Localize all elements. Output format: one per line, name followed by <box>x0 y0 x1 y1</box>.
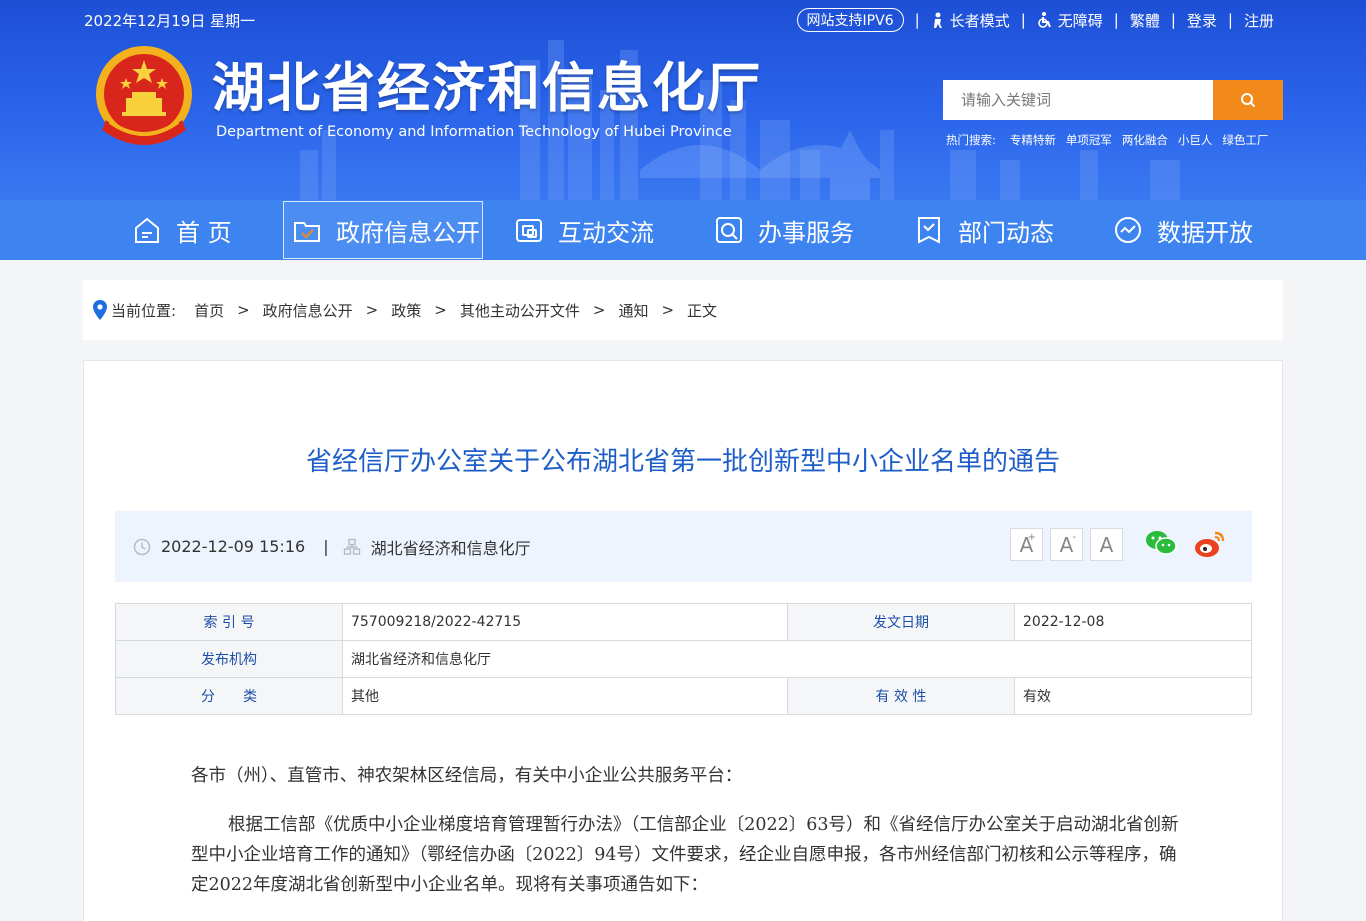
separator: | <box>1170 11 1176 29</box>
hot-keyword[interactable]: 单项冠军 <box>1066 132 1112 148</box>
service-search-icon <box>716 217 742 243</box>
separator: | <box>323 537 329 556</box>
validity-value: 有效 <box>1014 677 1252 715</box>
nav-item-label: 政府信息公开 <box>336 218 480 247</box>
table-row: 分 类 其他 有 效 性 有效 <box>115 677 1252 715</box>
nav-item-services[interactable]: 办事服务 <box>714 200 854 260</box>
site-header: 2022年12月19日 星期一 网站支持IPV6 | 长者模式 | 无障碍 | … <box>0 0 1366 200</box>
font-smaller-button[interactable]: A- <box>1050 528 1083 561</box>
wheelchair-icon <box>1037 12 1051 28</box>
index-number-label: 索 引 号 <box>115 603 343 641</box>
nav-item-gov-info[interactable]: 政府信息公开 <box>283 201 483 259</box>
current-date: 2022年12月19日 星期一 <box>84 12 256 30</box>
salutation: 各市（州）、直管市、神农架林区经信局，有关中小企业公共服务平台： <box>191 766 743 786</box>
breadcrumb-separator: > <box>434 301 447 319</box>
publish-source: 湖北省经济和信息化厅 <box>370 538 531 558</box>
document-check-icon <box>918 217 940 244</box>
breadcrumb-separator: > <box>237 301 250 319</box>
breadcrumb-separator: > <box>365 301 379 319</box>
breadcrumb-item: 正文 <box>687 301 718 320</box>
category-value: 其他 <box>342 677 788 715</box>
issue-date-label: 发文日期 <box>787 603 1015 641</box>
index-number-value: 757009218/2022-42715 <box>342 603 788 641</box>
issue-date-value: 2022-12-08 <box>1014 603 1252 641</box>
site-subtitle: Department of Economy and Information Te… <box>216 124 732 140</box>
weibo-icon[interactable] <box>1193 529 1227 559</box>
table-row: 发布机构 湖北省经济和信息化厅 <box>115 640 1252 678</box>
validity-label: 有 效 性 <box>787 677 1015 715</box>
wechat-icon[interactable] <box>1145 529 1177 559</box>
breadcrumb-label: 当前位置: <box>111 301 177 320</box>
search-button[interactable] <box>1213 80 1283 120</box>
nav-item-label: 互动交流 <box>558 218 654 247</box>
folder-check-icon <box>294 222 320 242</box>
organization-icon <box>343 538 361 556</box>
share-buttons <box>1145 529 1227 559</box>
separator: | <box>1020 11 1026 29</box>
article-meta: 2022-12-09 15:16 | 湖北省经济和信息化厅 A + A- A <box>115 511 1252 582</box>
accessibility-link[interactable]: 无障碍 <box>1037 10 1103 31</box>
body-paragraph: 根据工信部《优质中小企业梯度培育管理暂行办法》（工信部企业〔2022〕63号）和… <box>191 815 1179 895</box>
data-wave-icon <box>1115 217 1141 243</box>
font-reset-button[interactable]: A <box>1090 528 1123 561</box>
nav-item-label: 数据开放 <box>1157 218 1253 247</box>
hot-keyword[interactable]: 小巨人 <box>1178 132 1213 148</box>
elder-mode-link[interactable]: 长者模式 <box>931 10 1010 31</box>
article-body: 各市（州）、直管市、神农架林区经信局，有关中小企业公共服务平台： 根据工信部《优… <box>191 761 1181 919</box>
breadcrumb-separator: > <box>661 301 675 319</box>
top-links: 网站支持IPV6 | 长者模式 | 无障碍 | 繁體 | 登录 | 注册 <box>796 8 1274 32</box>
hot-search-label: 热门搜索: <box>946 133 996 147</box>
breadcrumb: 当前位置: 首页 > 政府信息公开 > 政策 > 其他主动公开文件 > 通知 >… <box>83 280 1283 340</box>
breadcrumb-separator: > <box>592 301 606 319</box>
publish-datetime: 2022-12-09 15:16 <box>161 537 306 556</box>
breadcrumb-item[interactable]: 政策 <box>391 300 421 321</box>
hot-keyword[interactable]: 专精特新 <box>1010 132 1056 148</box>
table-row: 索 引 号 757009218/2022-42715 发文日期 2022-12-… <box>115 603 1252 641</box>
clock-icon <box>133 538 151 556</box>
separator: | <box>1113 11 1119 29</box>
nav-item-label: 办事服务 <box>758 218 854 247</box>
search-icon <box>1241 93 1256 108</box>
hot-search: 热门搜索: 专精特新 单项冠军 两化融合 小巨人 绿色工厂 <box>946 132 1268 148</box>
nav-item-label: 首 页 <box>176 218 232 247</box>
issuer-label: 发布机构 <box>115 640 343 678</box>
hot-keyword[interactable]: 两化融合 <box>1122 132 1168 148</box>
breadcrumb-item[interactable]: 首页 <box>194 300 224 321</box>
location-pin-icon <box>93 300 107 320</box>
document-info-table: 索 引 号 757009218/2022-42715 发文日期 2022-12-… <box>115 603 1252 715</box>
nav-item-home[interactable]: 首 页 <box>132 200 232 260</box>
site-title: 湖北省经济和信息化厅 <box>212 58 762 119</box>
national-emblem-logo <box>96 46 192 145</box>
search-input[interactable] <box>943 80 1213 120</box>
separator: | <box>1227 11 1233 29</box>
nav-item-open-data[interactable]: 数据开放 <box>1113 200 1253 260</box>
hot-keyword[interactable]: 绿色工厂 <box>1222 132 1268 148</box>
breadcrumb-item[interactable]: 政府信息公开 <box>263 300 353 321</box>
accessibility-label: 无障碍 <box>1057 11 1103 30</box>
nav-item-label: 部门动态 <box>958 218 1054 247</box>
separator: | <box>914 11 920 29</box>
login-link[interactable]: 登录 <box>1187 10 1217 31</box>
category-label: 分 类 <box>115 677 343 715</box>
main-nav: 首 页 政府信息公开 互动交流 办事服务 部门动态 数据开放 <box>0 200 1366 260</box>
home-icon <box>135 217 159 243</box>
breadcrumb-item[interactable]: 其他主动公开文件 <box>460 300 580 321</box>
article-card: 省经信厅办公室关于公布湖北省第一批创新型中小企业名单的通告 2022-12-09… <box>83 360 1283 921</box>
elder-mode-label: 长者模式 <box>949 11 1010 30</box>
article-title: 省经信厅办公室关于公布湖北省第一批创新型中小企业名单的通告 <box>305 447 1060 477</box>
issuer-value: 湖北省经济和信息化厅 <box>342 640 1252 678</box>
breadcrumb-item[interactable]: 通知 <box>618 300 648 321</box>
traditional-chinese-link[interactable]: 繁體 <box>1130 10 1160 31</box>
chat-icon <box>516 219 542 242</box>
font-larger-button[interactable]: A + <box>1010 528 1043 561</box>
nav-item-department-news[interactable]: 部门动态 <box>914 200 1054 260</box>
nav-item-interaction[interactable]: 互动交流 <box>514 200 654 260</box>
ipv6-badge[interactable]: 网站支持IPV6 <box>796 8 904 32</box>
register-link[interactable]: 注册 <box>1244 10 1274 31</box>
elder-icon <box>933 12 942 28</box>
font-size-controls: A + A- A <box>1010 528 1123 561</box>
search-box <box>943 80 1283 120</box>
